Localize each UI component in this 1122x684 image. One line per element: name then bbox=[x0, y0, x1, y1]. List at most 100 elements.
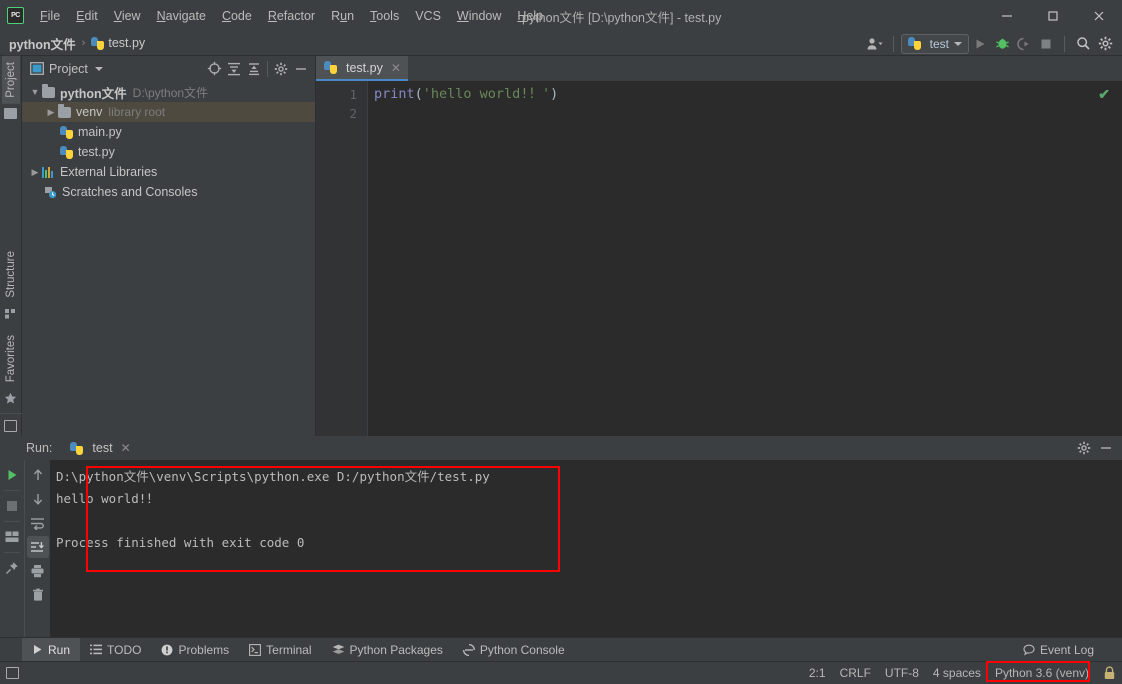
settings-icon[interactable] bbox=[271, 59, 291, 79]
tool-window-terminal[interactable]: Terminal bbox=[239, 638, 321, 662]
status-caret-position[interactable]: 2:1 bbox=[809, 666, 826, 680]
tool-window-python-console[interactable]: Python Console bbox=[453, 638, 575, 662]
stop-icon[interactable] bbox=[1, 495, 23, 517]
tool-window-label: TODO bbox=[107, 643, 141, 657]
rerun-icon[interactable] bbox=[1, 464, 23, 486]
editor-viewport: 1 2 print('hello world!！') ✔ bbox=[316, 81, 1122, 436]
hide-icon[interactable] bbox=[1096, 438, 1116, 458]
pycharm-window: PC File Edit View Navigate Code Refactor… bbox=[0, 0, 1122, 684]
stop-icon[interactable] bbox=[1035, 33, 1057, 54]
menu-tools[interactable]: Tools bbox=[362, 6, 407, 26]
python-file-icon bbox=[91, 37, 104, 50]
tree-node-test-py[interactable]: test.py bbox=[22, 142, 315, 162]
select-opened-file-icon[interactable] bbox=[204, 59, 224, 79]
up-icon[interactable] bbox=[27, 464, 49, 486]
tree-node-path: D:\python文件 bbox=[133, 84, 208, 101]
status-encoding[interactable]: UTF-8 bbox=[885, 666, 919, 680]
chevron-right-icon[interactable]: ▶ bbox=[28, 167, 42, 178]
menu-view[interactable]: View bbox=[106, 6, 149, 26]
editor-tab-bar: test.py ✕ bbox=[316, 56, 1122, 81]
sidebar-item-structure[interactable]: Structure bbox=[2, 245, 20, 304]
run-tool-window: Run: test ✕ bbox=[0, 436, 1122, 637]
maximize-button[interactable] bbox=[1030, 0, 1076, 31]
toolbar-divider bbox=[4, 552, 20, 553]
print-icon[interactable] bbox=[27, 560, 49, 582]
menu-navigate[interactable]: Navigate bbox=[149, 6, 214, 26]
tree-node-venv[interactable]: ▶ venv library root bbox=[22, 102, 315, 122]
scroll-to-end-icon[interactable] bbox=[27, 536, 49, 558]
console-line: D:\python文件\venv\Scripts\python.exe D:/p… bbox=[56, 466, 1118, 488]
minimize-button[interactable] bbox=[984, 0, 1030, 31]
chevron-right-icon[interactable]: ▶ bbox=[44, 107, 58, 118]
down-icon[interactable] bbox=[27, 488, 49, 510]
coverage-icon[interactable] bbox=[1013, 33, 1035, 54]
menu-vcs[interactable]: VCS bbox=[407, 6, 449, 26]
hide-icon[interactable] bbox=[291, 59, 311, 79]
tree-node-project-root[interactable]: ▼ python文件 D:\python文件 bbox=[22, 82, 315, 102]
menu-refactor[interactable]: Refactor bbox=[260, 6, 323, 26]
close-icon[interactable]: ✕ bbox=[391, 61, 401, 75]
sidebar-item-favorites[interactable]: Favorites bbox=[2, 329, 20, 388]
inspection-status-icon[interactable]: ✔ bbox=[1098, 86, 1110, 103]
status-interpreter[interactable]: Python 3.6 (venv) bbox=[995, 666, 1089, 680]
project-panel-title: Project bbox=[49, 62, 88, 76]
tree-node-main-py[interactable]: main.py bbox=[22, 122, 315, 142]
editor-tab-test-py[interactable]: test.py ✕ bbox=[316, 56, 408, 81]
run-tab-test[interactable]: test ✕ bbox=[66, 439, 134, 457]
expand-all-icon[interactable] bbox=[224, 59, 244, 79]
editor-code[interactable]: print('hello world!！') bbox=[368, 81, 1122, 436]
hide-all-windows-button[interactable] bbox=[0, 413, 22, 432]
code-function-name: print bbox=[374, 86, 415, 102]
python-config-icon bbox=[70, 442, 83, 455]
left-tool-strip: Project Structure Favorites bbox=[0, 56, 22, 436]
tree-node-external-libraries[interactable]: ▶ External Libraries bbox=[22, 162, 315, 182]
project-panel-toolbar bbox=[204, 59, 311, 79]
project-view-icon bbox=[30, 62, 44, 75]
close-icon[interactable]: ✕ bbox=[121, 441, 131, 455]
settings-icon[interactable] bbox=[1094, 33, 1116, 54]
menu-code[interactable]: Code bbox=[214, 6, 260, 26]
window-toggle-icon[interactable] bbox=[6, 667, 19, 679]
sidebar-item-project[interactable]: Project bbox=[2, 56, 20, 104]
run-console-output[interactable]: D:\python文件\venv\Scripts\python.exe D:/p… bbox=[50, 460, 1122, 637]
tool-window-run[interactable]: Run bbox=[22, 638, 80, 662]
tool-window-todo[interactable]: TODO bbox=[80, 638, 151, 662]
chevron-down-icon[interactable]: ▼ bbox=[28, 87, 42, 97]
menu-file[interactable]: File bbox=[32, 6, 68, 26]
tool-window-python-packages[interactable]: Python Packages bbox=[322, 638, 453, 662]
event-log-button[interactable]: Event Log bbox=[1023, 643, 1094, 657]
status-indent[interactable]: 4 spaces bbox=[933, 666, 981, 680]
user-dropdown-icon[interactable] bbox=[864, 33, 886, 54]
window-toggle-icon bbox=[4, 420, 17, 432]
tree-node-label: Scratches and Consoles bbox=[62, 185, 198, 199]
packages-icon bbox=[332, 644, 345, 656]
status-line-separator[interactable]: CRLF bbox=[840, 666, 871, 680]
menu-window[interactable]: Window bbox=[449, 6, 509, 26]
tree-node-scratches[interactable]: Scratches and Consoles bbox=[22, 182, 315, 202]
run-configuration-selector[interactable]: test bbox=[901, 34, 969, 54]
menu-edit[interactable]: Edit bbox=[68, 6, 106, 26]
trash-icon[interactable] bbox=[27, 584, 49, 606]
editor-gutter[interactable]: 1 2 bbox=[316, 81, 368, 436]
close-button[interactable] bbox=[1076, 0, 1122, 31]
run-icon[interactable] bbox=[969, 33, 991, 54]
tool-window-label: Python Packages bbox=[350, 643, 443, 657]
collapse-all-icon[interactable] bbox=[244, 59, 264, 79]
soft-wrap-icon[interactable] bbox=[27, 512, 49, 534]
structure-tab-label: Structure bbox=[5, 251, 17, 298]
navigation-bar: python文件 › test.py test bbox=[0, 31, 1122, 56]
chevron-down-icon[interactable] bbox=[95, 67, 103, 71]
pin-icon[interactable] bbox=[1, 557, 23, 579]
breadcrumb-project[interactable]: python文件 bbox=[9, 34, 76, 53]
breadcrumb: python文件 › test.py bbox=[0, 34, 145, 53]
layout-icon[interactable] bbox=[1, 526, 23, 548]
star-icon bbox=[4, 392, 17, 405]
debug-icon[interactable] bbox=[991, 33, 1013, 54]
tool-window-problems[interactable]: Problems bbox=[151, 638, 239, 662]
settings-icon[interactable] bbox=[1074, 438, 1094, 458]
python-config-icon bbox=[908, 37, 921, 50]
menu-run[interactable]: Run bbox=[323, 6, 362, 26]
lock-icon[interactable] bbox=[1103, 666, 1116, 680]
breadcrumb-file[interactable]: test.py bbox=[108, 36, 145, 50]
search-icon[interactable] bbox=[1072, 33, 1094, 54]
